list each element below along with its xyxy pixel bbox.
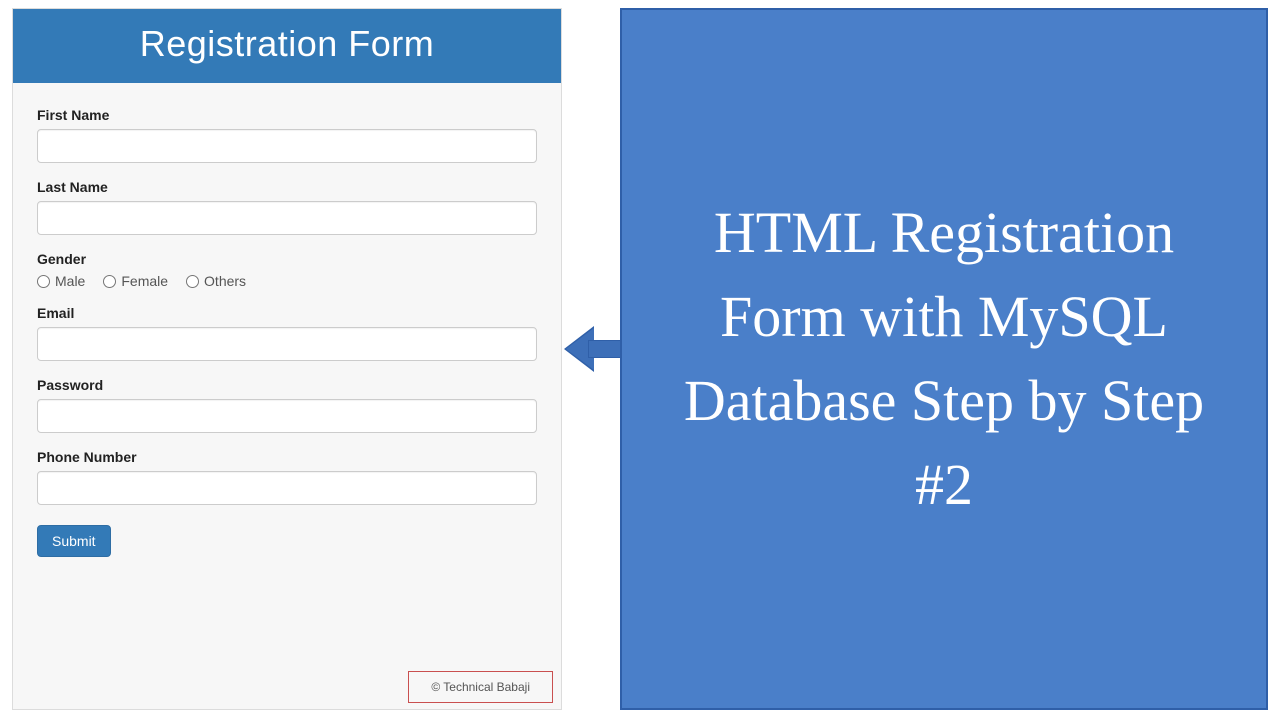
email-label: Email (37, 305, 537, 321)
radio-male[interactable] (37, 275, 50, 288)
radio-female-label: Female (121, 273, 168, 289)
promo-text: HTML Registration Form with MySQL Databa… (652, 191, 1236, 527)
radio-others[interactable] (186, 275, 199, 288)
footer-credit: © Technical Babaji (408, 671, 553, 703)
phone-label: Phone Number (37, 449, 537, 465)
last-name-label: Last Name (37, 179, 537, 195)
first-name-label: First Name (37, 107, 537, 123)
radio-female[interactable] (103, 275, 116, 288)
gender-options: Male Female Others (37, 273, 537, 289)
gender-option-female[interactable]: Female (103, 273, 168, 289)
promo-panel: HTML Registration Form with MySQL Databa… (620, 8, 1268, 710)
phone-input[interactable] (37, 471, 537, 505)
gender-option-others[interactable]: Others (186, 273, 246, 289)
form-body: First Name Last Name Gender Male Female (13, 83, 561, 567)
registration-form-panel: Registration Form First Name Last Name G… (12, 8, 562, 710)
email-input[interactable] (37, 327, 537, 361)
form-title: Registration Form (13, 9, 561, 83)
first-name-group: First Name (37, 107, 537, 163)
radio-others-label: Others (204, 273, 246, 289)
password-input[interactable] (37, 399, 537, 433)
gender-option-male[interactable]: Male (37, 273, 85, 289)
first-name-input[interactable] (37, 129, 537, 163)
gender-group: Gender Male Female Others (37, 251, 537, 289)
phone-group: Phone Number (37, 449, 537, 505)
gender-label: Gender (37, 251, 537, 267)
last-name-input[interactable] (37, 201, 537, 235)
password-group: Password (37, 377, 537, 433)
radio-male-label: Male (55, 273, 85, 289)
password-label: Password (37, 377, 537, 393)
email-group: Email (37, 305, 537, 361)
submit-button[interactable]: Submit (37, 525, 111, 557)
last-name-group: Last Name (37, 179, 537, 235)
